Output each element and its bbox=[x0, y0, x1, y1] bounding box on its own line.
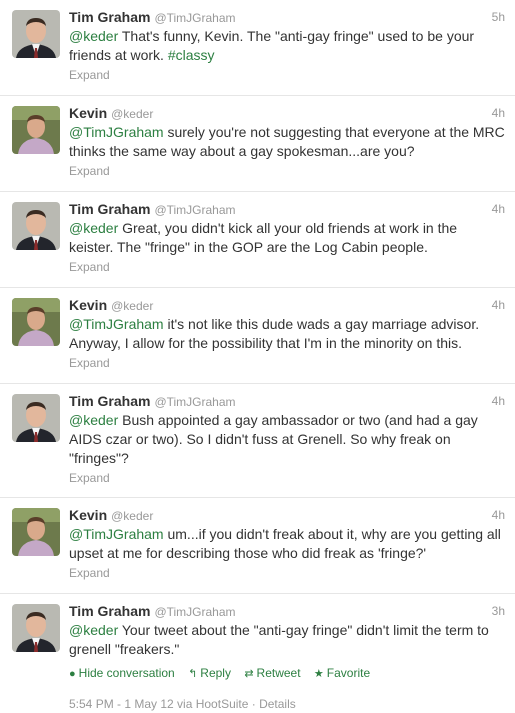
tweet-body: Great, you didn't kick all your old frie… bbox=[69, 220, 458, 255]
favorite-label: Favorite bbox=[326, 666, 371, 680]
author-name[interactable]: Tim Graham bbox=[69, 393, 150, 409]
tweet-expanded[interactable]: Tim Graham @TimJGraham 3h @keder Your twe… bbox=[0, 594, 515, 713]
author-handle[interactable]: @TimJGraham bbox=[154, 203, 235, 217]
tweet-timestamp[interactable]: 4h bbox=[492, 296, 505, 314]
tweet-body: Your tweet about the "anti-gay fringe" d… bbox=[69, 622, 489, 657]
author-name[interactable]: Kevin bbox=[69, 105, 107, 121]
speech-bubble-icon: ● bbox=[69, 668, 76, 680]
author-handle[interactable]: @TimJGraham bbox=[154, 11, 235, 25]
tweet[interactable]: Kevin @keder 4h @TimJGraham it's not like… bbox=[0, 288, 515, 384]
tweet-timestamp[interactable]: 4h bbox=[492, 506, 505, 524]
tweet-timestamp[interactable]: 4h bbox=[492, 392, 505, 410]
expand-link[interactable]: Expand bbox=[69, 565, 505, 581]
star-icon: ★ bbox=[313, 668, 324, 680]
reply-button[interactable]: ↰ Reply bbox=[188, 665, 231, 682]
favorite-button[interactable]: ★ Favorite bbox=[314, 665, 370, 682]
expand-link[interactable]: Expand bbox=[69, 355, 505, 371]
retweet-label: Retweet bbox=[256, 666, 301, 680]
reply-arrow-icon: ↰ bbox=[188, 668, 198, 680]
mention-link[interactable]: @keder bbox=[69, 622, 118, 638]
tweet[interactable]: Tim Graham @TimJGraham 4h @keder Great, y… bbox=[0, 192, 515, 288]
mention-link[interactable]: @TimJGraham bbox=[69, 316, 164, 332]
mention-link[interactable]: @TimJGraham bbox=[69, 526, 164, 542]
author-name[interactable]: Tim Graham bbox=[69, 9, 150, 25]
mention-link[interactable]: @keder bbox=[69, 412, 118, 428]
retweet-button[interactable]: ⇄ Retweet bbox=[244, 665, 300, 682]
author-name[interactable]: Tim Graham bbox=[69, 603, 150, 619]
author-name[interactable]: Tim Graham bbox=[69, 201, 150, 217]
tweet-timestamp[interactable]: 4h bbox=[492, 200, 505, 218]
tweet-text: @keder Bush appointed a gay ambassador o… bbox=[69, 411, 505, 468]
conversation-timeline: Tim Graham @TimJGraham 5h @keder That's f… bbox=[0, 0, 515, 713]
tweet-text: @keder Your tweet about the "anti-gay fr… bbox=[69, 621, 505, 659]
expand-link[interactable]: Expand bbox=[69, 470, 505, 486]
tim-avatar-icon[interactable] bbox=[12, 394, 60, 442]
kevin-avatar-icon[interactable] bbox=[12, 106, 60, 154]
tweet-timestamp[interactable]: 4h bbox=[492, 104, 505, 122]
tim-avatar-icon[interactable] bbox=[12, 604, 60, 652]
author-handle[interactable]: @keder bbox=[111, 509, 153, 523]
mention-link[interactable]: @TimJGraham bbox=[69, 124, 164, 140]
tweet-body: That's funny, Kevin. The "anti-gay fring… bbox=[69, 28, 475, 63]
tweet-text: @keder That's funny, Kevin. The "anti-ga… bbox=[69, 27, 505, 65]
hide-conversation-label: Hide conversation bbox=[78, 666, 175, 680]
author-handle[interactable]: @TimJGraham bbox=[154, 605, 235, 619]
expand-link[interactable]: Expand bbox=[69, 67, 505, 83]
author-name[interactable]: Kevin bbox=[69, 297, 107, 313]
tweet[interactable]: Kevin @keder 4h @TimJGraham um...if you d… bbox=[0, 498, 515, 594]
tweet-actions: ● Hide conversation ↰ Reply ⇄ Retweet ★ Favo… bbox=[69, 665, 505, 682]
kevin-avatar-icon[interactable] bbox=[12, 298, 60, 346]
tweet-text: @TimJGraham um...if you didn't freak abo… bbox=[69, 525, 505, 563]
tweet-timestamp[interactable]: 3h bbox=[492, 602, 505, 620]
author-handle[interactable]: @TimJGraham bbox=[154, 395, 235, 409]
tweet-body: Bush appointed a gay ambassador or two (… bbox=[69, 412, 478, 466]
tweet-text: @TimJGraham it's not like this dude wads… bbox=[69, 315, 505, 353]
tweet-timestamp[interactable]: 5h bbox=[492, 8, 505, 26]
hide-conversation-link[interactable]: ● Hide conversation bbox=[69, 665, 175, 682]
tweet[interactable]: Tim Graham @TimJGraham 5h @keder That's f… bbox=[0, 0, 515, 96]
tweet-text: @keder Great, you didn't kick all your o… bbox=[69, 219, 505, 257]
tweet-text: @TimJGraham surely you're not suggesting… bbox=[69, 123, 505, 161]
tweet[interactable]: Tim Graham @TimJGraham 4h @keder Bush app… bbox=[0, 384, 515, 498]
author-handle[interactable]: @keder bbox=[111, 107, 153, 121]
tim-avatar-icon[interactable] bbox=[12, 10, 60, 58]
hashtag-link[interactable]: #classy bbox=[168, 47, 215, 63]
mention-link[interactable]: @keder bbox=[69, 220, 118, 236]
reply-label: Reply bbox=[200, 666, 231, 680]
mention-link[interactable]: @keder bbox=[69, 28, 118, 44]
author-name[interactable]: Kevin bbox=[69, 507, 107, 523]
tweet[interactable]: Kevin @keder 4h @TimJGraham surely you're… bbox=[0, 96, 515, 192]
expand-link[interactable]: Expand bbox=[69, 163, 505, 179]
retweet-icon: ⇄ bbox=[244, 668, 254, 680]
author-handle[interactable]: @keder bbox=[111, 299, 153, 313]
tweet-metadata[interactable]: 5:54 PM - 1 May 12 via HootSuite · Detai… bbox=[69, 696, 505, 712]
expand-link[interactable]: Expand bbox=[69, 259, 505, 275]
tim-avatar-icon[interactable] bbox=[12, 202, 60, 250]
kevin-avatar-icon[interactable] bbox=[12, 508, 60, 556]
